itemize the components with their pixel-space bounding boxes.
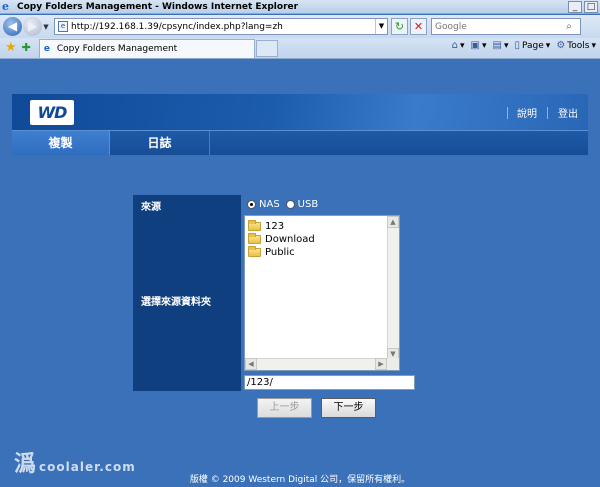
folder-name: 123 [265,221,285,232]
app-header: WD 說明 登出 [12,94,588,130]
window-title: Copy Folders Management - Windows Intern… [17,1,299,12]
favorites-star-icon[interactable]: ★ [5,40,17,56]
source-radio-group: NAS USB [247,199,321,210]
source-label: 來源 [133,195,241,215]
feeds-button[interactable]: ▣ ▾ [471,40,487,51]
folder-path-input[interactable]: /123/ [244,375,415,390]
page-menu-icon: ▯ [514,40,520,51]
folder-icon [248,233,261,244]
folder-item[interactable]: 123 [248,220,315,233]
folder-list-box[interactable]: 123 Download Public ▲ ▼ ◀ ▶ [244,215,400,371]
page-menu[interactable]: ▯ Page ▾ [514,40,550,51]
tab-toolbar: ★ ✚ e Copy Folders Management ⌂ ▾ ▣ ▾ ▤ ▾ ▯… [0,38,600,59]
command-bar: ⌂ ▾ ▣ ▾ ▤ ▾ ▯ Page ▾ ⚙ Tools ▾ [452,40,596,51]
search-box[interactable]: ⌕ [431,18,581,35]
folder-item[interactable]: Public [248,246,315,259]
tools-menu-label: Tools [567,40,590,51]
stop-button[interactable]: ✕ [410,18,427,35]
radio-usb-label[interactable]: USB [298,199,319,210]
divider [547,106,548,119]
print-button[interactable]: ▤ ▾ [493,40,509,51]
print-icon: ▤ [492,40,502,51]
scroll-right-icon[interactable]: ▶ [375,358,387,370]
refresh-button[interactable]: ↻ [391,18,408,35]
radio-nas-label[interactable]: NAS [259,199,280,210]
vertical-scrollbar[interactable]: ▲ ▼ [387,216,399,360]
next-button[interactable]: 下一步 [321,398,376,418]
page-menu-label: Page [522,40,544,51]
folder-select-label: 選擇來源資料夾 [133,215,241,391]
scroll-corner [387,358,399,370]
search-icon[interactable]: ⌕ [560,19,578,34]
scroll-left-icon[interactable]: ◀ [245,358,257,370]
folder-list: 123 Download Public [248,220,315,259]
folder-icon [248,246,261,257]
gear-icon: ⚙ [556,40,566,51]
address-bar[interactable]: e http://192.168.1.39/cpsync/index.php?l… [54,18,388,35]
ie-logo-icon: e [2,0,9,13]
home-button[interactable]: ⌂ ▾ [452,40,465,51]
divider [507,106,508,119]
horizontal-scrollbar[interactable]: ◀ ▶ [245,358,387,370]
folder-item[interactable]: Download [248,233,315,246]
address-toolbar: ◀ ▶ ▼ e http://192.168.1.39/cpsync/index… [0,15,600,38]
browser-tab[interactable]: e Copy Folders Management [38,38,255,58]
feeds-icon: ▣ [470,40,480,51]
minimize-button[interactable]: _ [568,1,582,13]
tab-title: Copy Folders Management [56,43,178,54]
main-nav: 複製 日誌 [12,130,588,155]
folder-name: Public [265,247,295,258]
window-buttons: _ □ [568,1,598,13]
scroll-up-icon[interactable]: ▲ [387,216,399,228]
folder-name: Download [265,234,315,245]
home-icon: ⌂ [451,40,458,51]
wd-logo: WD [30,100,74,125]
new-tab-button[interactable] [255,39,278,57]
tab-log[interactable]: 日誌 [110,131,210,155]
history-dropdown-icon[interactable]: ▼ [42,23,50,31]
tab-copy[interactable]: 複製 [12,131,110,155]
back-button[interactable]: ◀ [3,17,22,36]
address-url[interactable]: http://192.168.1.39/cpsync/index.php?lan… [71,22,283,32]
help-link[interactable]: 說明 [517,105,537,120]
tools-menu[interactable]: ⚙ Tools ▾ [556,40,596,51]
tab-page-icon: e [43,43,50,54]
radio-nas[interactable] [247,200,256,209]
search-input[interactable] [432,19,560,34]
radio-usb[interactable] [285,200,295,209]
footer-copyright: 版權 © 2009 Western Digital 公司，保留所有權利。 [189,475,411,485]
address-dropdown-icon[interactable]: ▼ [375,19,387,34]
header-links: 說明 登出 [507,105,578,120]
page-icon: e [58,21,68,32]
logout-link[interactable]: 登出 [558,105,578,120]
folder-icon [248,220,261,231]
maximize-button[interactable]: □ [584,1,598,13]
forward-button[interactable]: ▶ [23,17,42,36]
add-favorites-icon[interactable]: ✚ [22,40,31,56]
window-title-bar: e Copy Folders Management - Windows Inte… [0,0,600,14]
prev-button[interactable]: 上一步 [257,398,312,418]
